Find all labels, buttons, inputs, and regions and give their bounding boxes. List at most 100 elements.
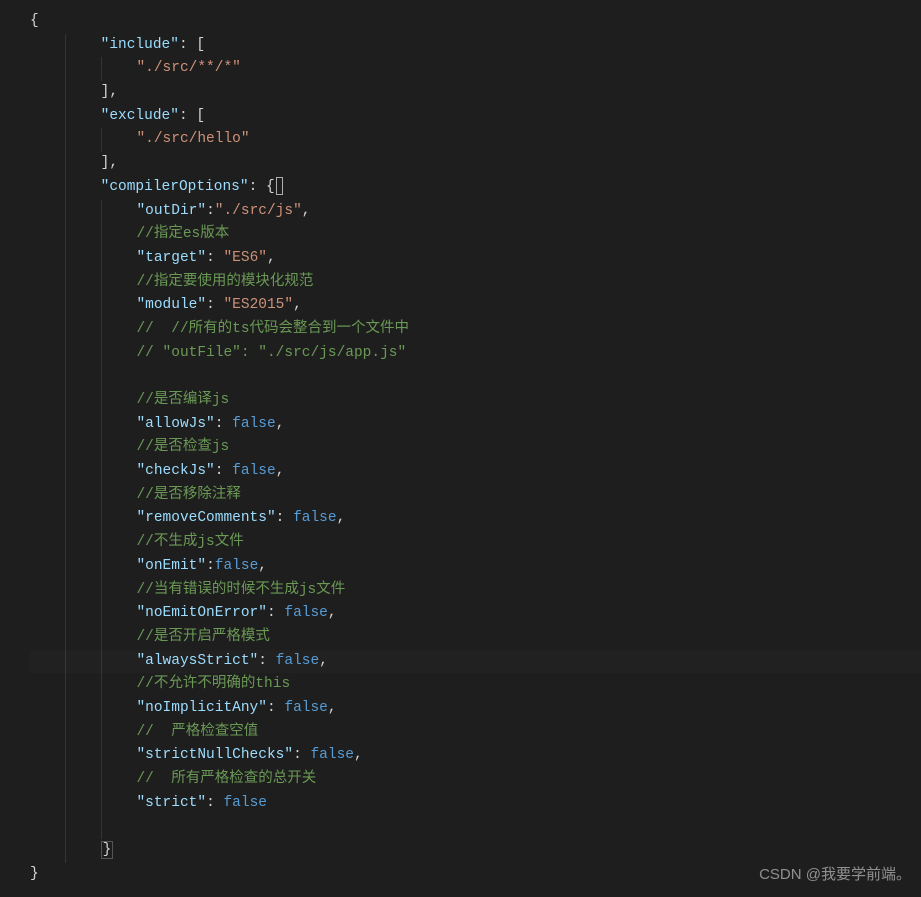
token-p: , <box>328 700 337 716</box>
token-bracket: [ <box>196 37 205 53</box>
watermark-text: CSDN @我要学前端。 <box>759 863 911 887</box>
line-number <box>0 413 22 437</box>
token-bool: false <box>276 653 320 669</box>
token-comment: //指定要使用的模块化规范 <box>136 274 313 290</box>
code-line[interactable]: // 所有严格检查的总开关 <box>30 768 921 792</box>
code-line[interactable]: "include": [ <box>30 34 921 58</box>
code-line[interactable]: "target": "ES6", <box>30 247 921 271</box>
code-line[interactable]: // //所有的ts代码会整合到一个文件中 <box>30 318 921 342</box>
code-line[interactable] <box>30 815 921 839</box>
code-line[interactable]: ], <box>30 152 921 176</box>
token-p: : <box>215 416 232 432</box>
line-number <box>0 271 22 295</box>
token-bool: false <box>284 605 328 621</box>
token-comment: //不允许不明确的this <box>136 676 290 692</box>
token-p: , <box>337 510 346 526</box>
code-line[interactable]: //是否移除注释 <box>30 484 921 508</box>
token-p: : <box>206 297 223 313</box>
code-line[interactable]: //不允许不明确的this <box>30 673 921 697</box>
token-bracket: [ <box>196 108 205 124</box>
token-bool: false <box>284 700 328 716</box>
code-line[interactable]: { <box>30 10 921 34</box>
line-number <box>0 128 22 152</box>
token-p: , <box>293 297 302 313</box>
line-number <box>0 602 22 626</box>
code-line[interactable]: "./src/hello" <box>30 128 921 152</box>
code-line[interactable]: "noImplicitAny": false, <box>30 697 921 721</box>
line-number <box>0 10 22 34</box>
token-p: : <box>206 250 223 266</box>
code-editor[interactable]: { "include": [ "./src/**/*" ], "exclude"… <box>0 0 921 897</box>
code-line[interactable]: //不生成js文件 <box>30 531 921 555</box>
line-number <box>0 460 22 484</box>
code-line[interactable]: //当有错误的时候不生成js文件 <box>30 579 921 603</box>
token-key: "noEmitOnError" <box>136 605 267 621</box>
code-line[interactable]: "allowJs": false, <box>30 413 921 437</box>
token-brace: { <box>30 13 39 29</box>
line-number <box>0 507 22 531</box>
code-line[interactable]: "checkJs": false, <box>30 460 921 484</box>
token-p: , <box>267 250 276 266</box>
token-p: , <box>354 747 363 763</box>
code-line[interactable]: "./src/**/*" <box>30 57 921 81</box>
line-number <box>0 105 22 129</box>
code-line[interactable]: "strict": false <box>30 792 921 816</box>
code-line[interactable] <box>30 365 921 389</box>
line-number <box>0 626 22 650</box>
code-line[interactable]: "alwaysStrict": false, <box>30 650 921 674</box>
token-p: , <box>319 653 328 669</box>
code-line[interactable]: "removeComments": false, <box>30 507 921 531</box>
line-number <box>0 200 22 224</box>
token-bool: false <box>232 463 276 479</box>
code-line[interactable]: "exclude": [ <box>30 105 921 129</box>
line-number-gutter <box>0 0 30 897</box>
code-line[interactable]: //指定es版本 <box>30 223 921 247</box>
line-number <box>0 57 22 81</box>
code-line[interactable]: "outDir":"./src/js", <box>30 200 921 224</box>
token-key: "strict" <box>136 795 206 811</box>
token-bool: false <box>293 510 337 526</box>
token-key: "module" <box>136 297 206 313</box>
line-number <box>0 318 22 342</box>
code-line[interactable]: "strictNullChecks": false, <box>30 744 921 768</box>
token-comment: //是否移除注释 <box>136 487 240 503</box>
token-key: "noImplicitAny" <box>136 700 267 716</box>
code-line[interactable]: "compilerOptions": { <box>30 176 921 200</box>
code-line[interactable]: "noEmitOnError": false, <box>30 602 921 626</box>
code-content[interactable]: { "include": [ "./src/**/*" ], "exclude"… <box>30 0 921 897</box>
code-line[interactable]: ], <box>30 81 921 105</box>
code-line[interactable]: // 严格检查空值 <box>30 721 921 745</box>
code-line[interactable]: // "outFile": "./src/js/app.js" <box>30 342 921 366</box>
token-key: "compilerOptions" <box>101 179 249 195</box>
code-line[interactable]: "onEmit":false, <box>30 555 921 579</box>
token-key: "alwaysStrict" <box>136 653 258 669</box>
token-str: "ES2015" <box>223 297 293 313</box>
line-number <box>0 34 22 58</box>
line-number <box>0 697 22 721</box>
code-line[interactable]: //是否编译js <box>30 389 921 413</box>
token-p: : <box>267 700 284 716</box>
token-comment: //指定es版本 <box>136 226 229 242</box>
code-line[interactable]: } <box>30 839 921 863</box>
token-key: "outDir" <box>136 203 206 219</box>
token-p: : <box>179 37 196 53</box>
line-number <box>0 152 22 176</box>
token-key: "exclude" <box>101 108 179 124</box>
code-line[interactable]: //是否检查js <box>30 436 921 460</box>
token-comment: // 严格检查空值 <box>136 724 258 740</box>
token-str: "./src/hello" <box>136 131 249 147</box>
token-p: , <box>258 558 267 574</box>
token-brace: { <box>266 179 275 195</box>
code-line[interactable]: //指定要使用的模块化规范 <box>30 271 921 295</box>
token-bool: false <box>215 558 259 574</box>
token-p: , <box>302 203 311 219</box>
token-p: , <box>276 463 285 479</box>
line-number <box>0 650 22 674</box>
token-str: "./src/js" <box>215 203 302 219</box>
line-number <box>0 365 22 389</box>
code-line[interactable]: "module": "ES2015", <box>30 294 921 318</box>
code-line[interactable]: //是否开启严格模式 <box>30 626 921 650</box>
token-bool: false <box>232 416 276 432</box>
token-p: : <box>293 747 310 763</box>
token-p: , <box>109 155 118 171</box>
